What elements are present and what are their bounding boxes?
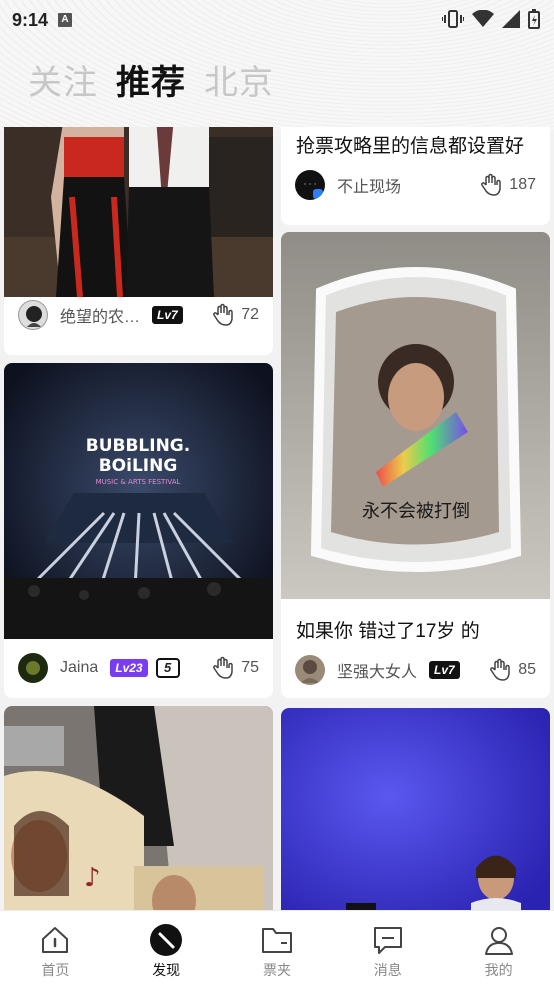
username[interactable]: 坚强大女人: [337, 658, 417, 682]
feed-card[interactable]: 抢票攻略里的信息都设置好 · · · 不止现场 187: [281, 127, 550, 225]
tab-following[interactable]: 关注: [28, 55, 98, 104]
feed-card[interactable]: ♪: [4, 706, 273, 910]
festival-title-2: BOiLING: [99, 456, 178, 476]
like-count: 187: [509, 176, 536, 193]
discover-icon: [149, 923, 183, 957]
avatar[interactable]: [18, 300, 48, 330]
like-button[interactable]: 187: [479, 173, 536, 197]
home-icon: [38, 923, 72, 957]
tab-beijing[interactable]: 北京: [204, 55, 274, 104]
username[interactable]: 不止现场: [337, 173, 401, 197]
feed-card[interactable]: BUBBLING. BOiLING MUSIC & ARTS FESTIVAL …: [4, 363, 273, 698]
nav-label: 消息: [373, 962, 402, 978]
image-caption: 永不会被打倒: [362, 501, 470, 522]
vibrate-icon: [442, 10, 464, 28]
nav-label: 首页: [41, 962, 70, 978]
card-meta: Jaina Lv23 5 75: [18, 653, 259, 683]
card-meta: · · · 不止现场 187: [295, 170, 536, 200]
card-meta: 绝望的农… Lv7 72: [18, 300, 259, 330]
card-title: 如果你 错过了17岁 的: [296, 621, 480, 642]
nav-ticket-folder[interactable]: 票夹: [222, 911, 333, 984]
like-button[interactable]: 72: [211, 303, 259, 327]
feed-card[interactable]: [281, 708, 550, 910]
festival-subtitle: MUSIC & ARTS FESTIVAL: [96, 478, 181, 486]
tab-recommended[interactable]: 推荐: [116, 55, 186, 104]
svg-text:♪: ♪: [84, 863, 101, 893]
like-button[interactable]: 75: [211, 656, 259, 680]
nav-messages[interactable]: 消息: [332, 911, 443, 984]
profile-icon: [482, 923, 516, 957]
like-count: 85: [518, 661, 536, 678]
clap-hand-icon: [481, 173, 502, 196]
nav-discover[interactable]: 发现: [111, 911, 222, 984]
like-count: 72: [241, 306, 259, 323]
nav-label: 票夹: [262, 962, 291, 978]
card-image: [4, 127, 273, 297]
wifi-icon: [472, 10, 494, 27]
card-image: BUBBLING. BOiLING MUSIC & ARTS FESTIVAL: [4, 363, 273, 639]
nav-label: 发现: [152, 962, 181, 978]
like-button[interactable]: 85: [488, 658, 536, 682]
message-icon: [371, 923, 405, 957]
top-tabs: 关注 推荐 北京: [28, 55, 274, 104]
username[interactable]: 绝望的农…: [60, 303, 140, 327]
like-count: 75: [241, 659, 259, 676]
nav-label: 我的: [484, 962, 513, 978]
card-meta: 坚强大女人 Lv7 85: [295, 655, 536, 685]
status-time: 9:14: [12, 9, 49, 30]
festival-title-1: BUBBLING.: [86, 436, 190, 456]
level-badge: Lv23: [110, 659, 148, 677]
avatar[interactable]: [295, 655, 325, 685]
card-image: [281, 708, 550, 910]
signal-icon: [502, 10, 520, 28]
card-image: 永不会被打倒: [281, 232, 550, 599]
svg-text:· · ·: · · ·: [304, 180, 317, 189]
card-title: 抢票攻略里的信息都设置好: [296, 136, 525, 157]
level-badge: Lv7: [152, 306, 183, 324]
battery-icon: [528, 9, 540, 29]
folder-icon: [260, 923, 294, 957]
clap-hand-icon: [490, 658, 510, 681]
clap-hand-icon: [213, 303, 233, 326]
feed-card[interactable]: 绝望的农… Lv7 72: [4, 127, 273, 355]
notification-icon: A: [58, 13, 73, 27]
card-image: ♪: [4, 706, 273, 910]
achievement-badge: 5: [155, 658, 180, 678]
nav-profile[interactable]: 我的: [443, 911, 554, 984]
username[interactable]: Jaina: [60, 659, 98, 677]
status-icons: [442, 9, 540, 29]
avatar[interactable]: · · ·: [295, 170, 325, 200]
nav-home[interactable]: 首页: [0, 911, 111, 984]
avatar[interactable]: [18, 653, 48, 683]
feed-card[interactable]: 永不会被打倒 如果你 错过了17岁 的 坚强大女人 Lv7 85: [281, 232, 550, 698]
feed[interactable]: 绝望的农… Lv7 72 抢票攻略里的信息都设置好 · · · 不止现场 187: [0, 127, 554, 910]
level-badge: Lv7: [429, 661, 460, 679]
clap-hand-icon: [213, 656, 233, 679]
status-bar: 9:14 A: [0, 0, 554, 40]
bottom-nav: 首页 发现 票夹 消息 我的: [0, 910, 554, 984]
